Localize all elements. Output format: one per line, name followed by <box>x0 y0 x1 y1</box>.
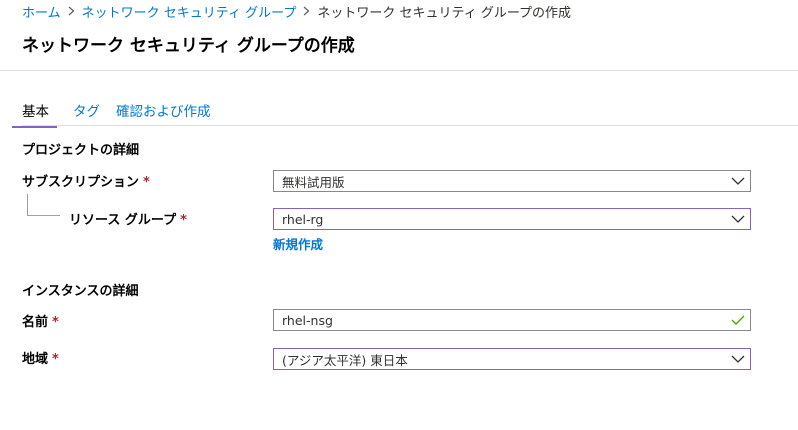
tree-connector-horizontal <box>27 215 60 216</box>
resource-group-label: リソース グループ * <box>69 209 187 228</box>
required-marker: * <box>52 352 59 367</box>
name-label: 名前 * <box>22 311 59 330</box>
region-value: (アジア太平洋) 東日本 <box>282 352 408 368</box>
tree-connector-vertical <box>27 194 28 215</box>
tab-review-create[interactable]: 確認および作成 <box>116 96 211 126</box>
resource-group-value: rhel-rg <box>282 211 324 227</box>
tab-bar: 基本 タグ 確認および作成 <box>12 96 227 128</box>
chevron-right-icon <box>68 6 75 16</box>
breadcrumb-current: ネットワーク セキュリティ グループの作成 <box>317 5 572 21</box>
name-label-text: 名前 <box>22 315 49 330</box>
required-marker: * <box>52 315 59 330</box>
create-new-resource-group-link[interactable]: 新規作成 <box>273 234 323 253</box>
subscription-dropdown[interactable]: 無料試用版 <box>273 170 751 192</box>
chevron-right-icon <box>303 6 310 16</box>
header-divider <box>0 70 798 71</box>
resource-group-dropdown[interactable]: rhel-rg <box>273 208 751 230</box>
region-label: 地域 * <box>22 348 59 367</box>
subscription-label: サブスクリプション * <box>22 171 150 190</box>
project-details-heading: プロジェクトの詳細 <box>22 143 140 158</box>
checkmark-icon <box>726 310 750 330</box>
region-label-text: 地域 <box>22 352 49 367</box>
tab-basics[interactable]: 基本 <box>12 96 57 128</box>
subscription-value: 無料試用版 <box>282 174 345 190</box>
breadcrumb-nsg-link[interactable]: ネットワーク セキュリティ グループ <box>82 2 297 21</box>
instance-details-heading: インスタンスの詳細 <box>22 284 139 299</box>
tab-tags[interactable]: タグ <box>73 96 100 126</box>
page: ホーム ネットワーク セキュリティ グループ ネットワーク セキュリティ グルー… <box>0 0 798 430</box>
name-input[interactable]: rhel-nsg <box>273 309 751 331</box>
region-dropdown[interactable]: (アジア太平洋) 東日本 <box>273 348 751 370</box>
resource-group-label-text: リソース グループ <box>69 213 177 228</box>
breadcrumb-home-link[interactable]: ホーム <box>22 2 61 21</box>
chevron-down-icon <box>726 209 750 229</box>
required-marker: * <box>143 175 150 190</box>
breadcrumb: ホーム ネットワーク セキュリティ グループ ネットワーク セキュリティ グルー… <box>22 0 571 22</box>
required-marker: * <box>180 213 187 228</box>
chevron-down-icon <box>726 171 750 191</box>
name-value: rhel-nsg <box>282 312 333 328</box>
tabs-divider <box>22 125 798 126</box>
chevron-down-icon <box>726 349 750 369</box>
page-title: ネットワーク セキュリティ グループの作成 <box>22 36 355 56</box>
subscription-label-text: サブスクリプション <box>22 175 140 190</box>
